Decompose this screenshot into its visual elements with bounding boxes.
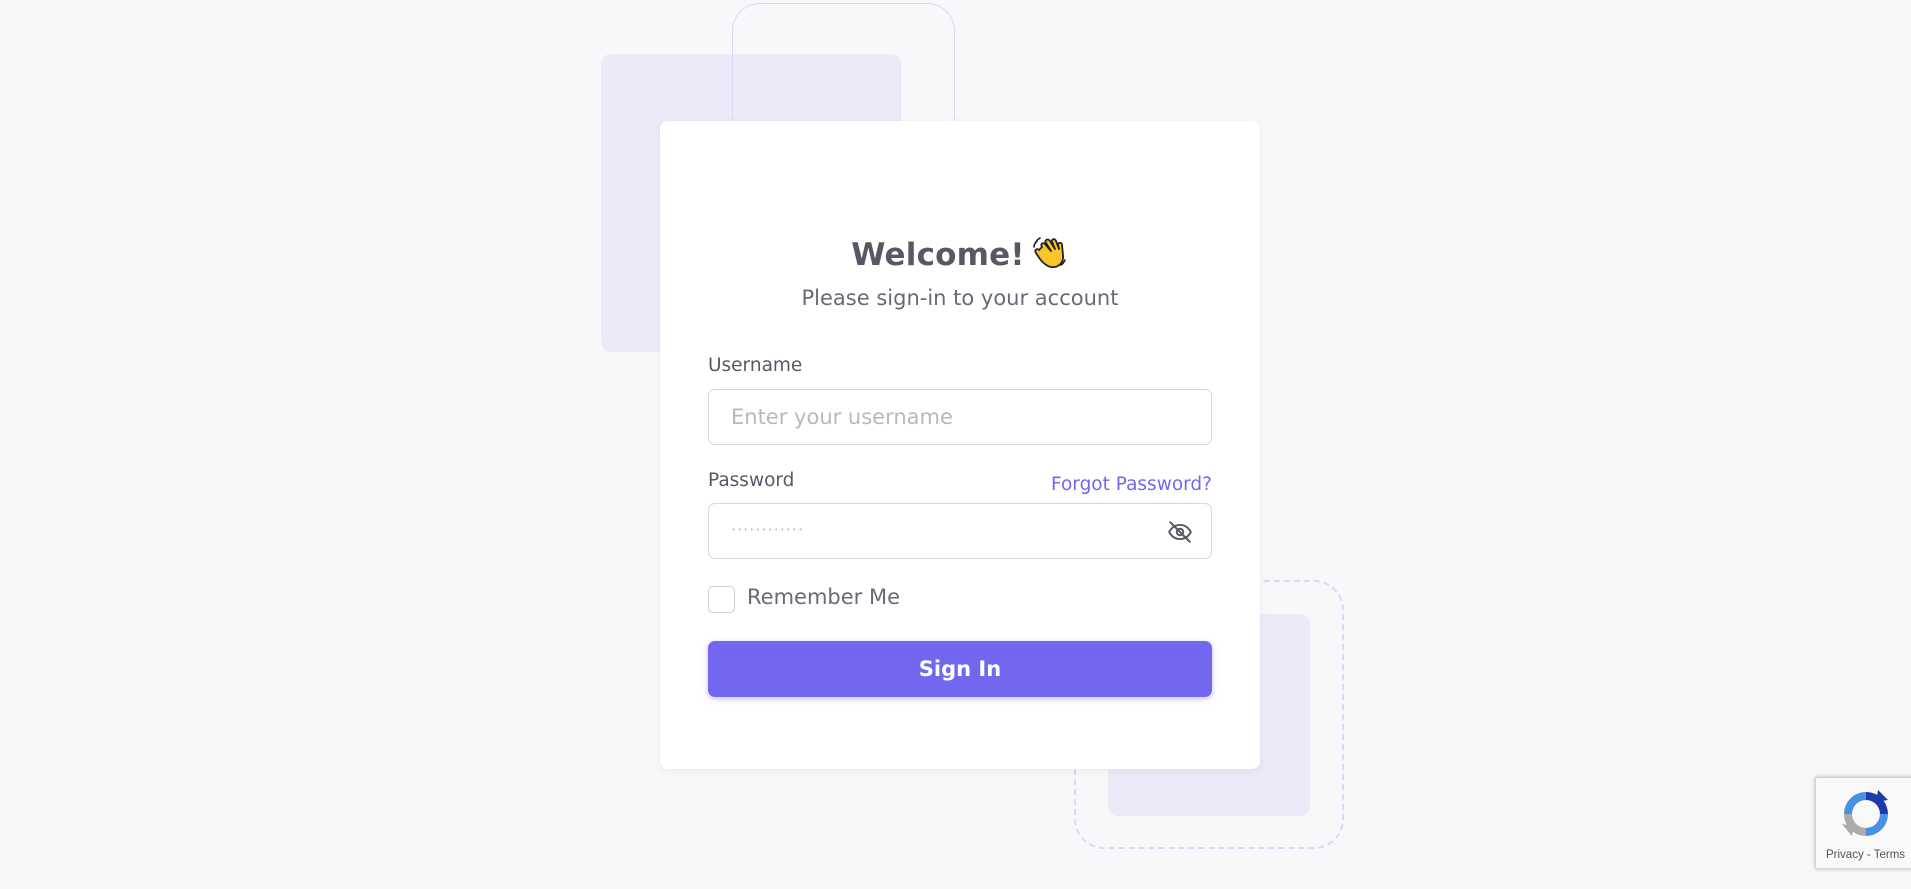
- eye-off-icon[interactable]: [1167, 519, 1193, 545]
- waving-hand-icon: [1031, 233, 1069, 271]
- password-field[interactable]: ············: [708, 503, 1212, 559]
- recaptcha-icon: [1838, 786, 1894, 842]
- recaptcha-privacy-link[interactable]: Privacy: [1826, 849, 1864, 861]
- recaptcha-links: Privacy - Terms: [1826, 849, 1905, 861]
- recaptcha-separator: -: [1863, 849, 1874, 861]
- login-page: Welcome! Please sign-in to your account …: [0, 0, 1911, 889]
- recaptcha-badge[interactable]: Privacy - Terms: [1815, 777, 1911, 869]
- title-text: Welcome!: [851, 237, 1025, 273]
- forgot-password-link[interactable]: Forgot Password?: [1051, 474, 1212, 495]
- password-label: Password: [708, 470, 795, 491]
- remember-me-label[interactable]: Remember Me: [747, 585, 900, 609]
- page-subtitle: Please sign-in to your account: [801, 286, 1119, 310]
- sign-in-button[interactable]: Sign In: [708, 641, 1212, 697]
- password-placeholder: ············: [731, 520, 805, 539]
- remember-me-checkbox[interactable]: [708, 586, 735, 613]
- login-card: Welcome! Please sign-in to your account …: [660, 121, 1260, 769]
- username-field[interactable]: [708, 389, 1212, 445]
- page-title: Welcome!: [660, 233, 1260, 273]
- username-label: Username: [708, 355, 803, 376]
- username-input[interactable]: [709, 390, 1211, 444]
- recaptcha-terms-link[interactable]: Terms: [1874, 849, 1905, 861]
